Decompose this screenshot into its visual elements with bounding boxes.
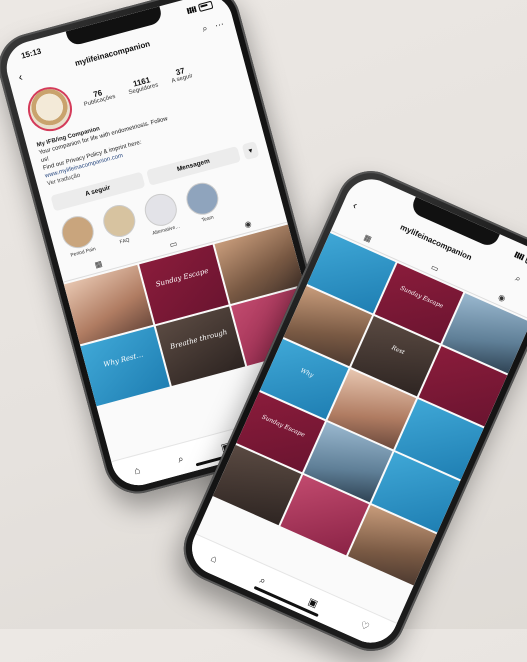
reels-icon[interactable]: ▣: [306, 596, 319, 610]
stat-followers[interactable]: 1161 Seguidores: [126, 73, 159, 96]
highlight-item[interactable]: Period Pain: [57, 212, 100, 259]
back-arrow-icon[interactable]: ‹: [17, 71, 24, 84]
post-tile-caption: Why Rest…: [102, 350, 145, 369]
reels-tab-icon[interactable]: ▭: [430, 262, 441, 273]
home-icon[interactable]: ⌂: [209, 553, 219, 566]
post-tile-caption: Rest: [390, 344, 406, 357]
signal-icon: [186, 6, 197, 15]
post-tile-caption: Sunday Escape: [154, 266, 210, 289]
post-tile-caption: Why: [299, 367, 315, 380]
home-icon[interactable]: ⌂: [133, 465, 142, 477]
activity-icon[interactable]: ♡: [358, 619, 371, 633]
reels-tab-icon[interactable]: ▭: [169, 239, 179, 250]
top-nav-actions: ⌕ ···: [201, 18, 225, 34]
post-tile-caption: Sunday Escape: [260, 413, 306, 439]
mockup-stage: 15:13 ‹ mylifeinacompanion ⌕ ··· 76 Publ…: [0, 0, 527, 662]
search-icon[interactable]: ⌕: [201, 22, 209, 34]
back-arrow-icon[interactable]: ‹: [351, 199, 359, 211]
tagged-tab-icon[interactable]: ◉: [243, 219, 252, 230]
status-time: 15:13: [20, 46, 43, 61]
battery-icon: [197, 0, 214, 12]
highlight-item[interactable]: Team: [182, 179, 225, 226]
highlight-item[interactable]: Alternative…: [140, 190, 183, 237]
status-icons: [186, 0, 214, 15]
top-nav-actions: ⌕ ···: [514, 272, 527, 291]
grid-tab-icon[interactable]: ▦: [362, 233, 373, 244]
stat-following[interactable]: 37 A seguir: [168, 64, 194, 84]
highlight-item[interactable]: FAQ: [99, 201, 142, 248]
search-icon[interactable]: ⌕: [258, 574, 268, 586]
search-icon[interactable]: ⌕: [514, 272, 523, 284]
more-options-icon[interactable]: ···: [214, 18, 225, 30]
post-tile-caption: Sunday Escape: [399, 284, 445, 310]
tagged-tab-icon[interactable]: ◉: [497, 292, 507, 303]
grid-tab-icon[interactable]: ▦: [94, 259, 104, 270]
search-icon[interactable]: ⌕: [177, 453, 185, 465]
post-tile-caption: Breathe through: [169, 328, 229, 351]
signal-icon: [514, 251, 525, 261]
stat-posts[interactable]: 76 Publicações: [81, 85, 116, 108]
